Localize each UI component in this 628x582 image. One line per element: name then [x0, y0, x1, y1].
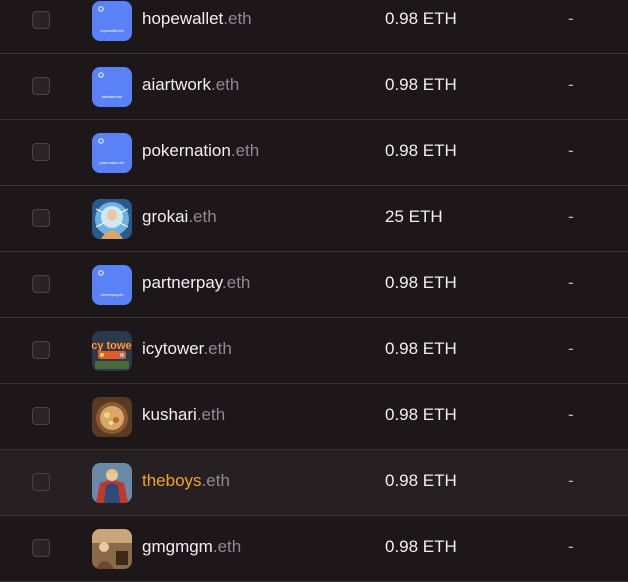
- domain-row-hovered[interactable]: theboys.eth 0.98 ETH -: [0, 450, 628, 516]
- domain-row[interactable]: icy tower icytower.eth 0.98 ETH -: [0, 318, 628, 384]
- domain-label: grokai: [142, 207, 189, 226]
- ens-default-avatar-icon: pokernation.eth: [92, 133, 132, 173]
- avatar-text: icy tower: [92, 340, 132, 352]
- domain-label: gmgmgm: [142, 537, 213, 556]
- domain-name[interactable]: grokai.eth: [142, 207, 217, 227]
- avatar-text: partnerpay.eth: [101, 293, 124, 297]
- domain-price: 0.98 ETH: [385, 141, 457, 160]
- domain-tld: .eth: [203, 339, 232, 358]
- row-checkbox[interactable]: [32, 77, 50, 95]
- row-checkbox[interactable]: [32, 539, 50, 557]
- domain-label: hopewallet: [142, 9, 224, 28]
- domain-extra: -: [568, 9, 574, 28]
- domain-tld: .eth: [196, 405, 226, 424]
- avatar-text: aiartwork.eth: [102, 95, 123, 99]
- domain-row[interactable]: pokernation.eth pokernation.eth 0.98 ETH…: [0, 120, 628, 186]
- gmgmgm-avatar-icon: [92, 529, 132, 569]
- row-checkbox[interactable]: [32, 143, 50, 161]
- domain-price: 0.98 ETH: [385, 537, 457, 556]
- row-checkbox[interactable]: [32, 11, 50, 29]
- avatar-text: pokernation.eth: [100, 161, 125, 165]
- domain-tld: .eth: [222, 273, 251, 292]
- domain-price: 0.98 ETH: [385, 273, 457, 292]
- domain-price: 25 ETH: [385, 207, 443, 226]
- grokai-avatar-icon: [92, 199, 132, 239]
- domain-label: aiartwork: [142, 75, 211, 94]
- domain-row[interactable]: kushari.eth 0.98 ETH -: [0, 384, 628, 450]
- domain-price: 0.98 ETH: [385, 75, 457, 94]
- domain-name[interactable]: pokernation.eth: [142, 141, 259, 161]
- icytower-avatar-icon: icy tower: [92, 331, 132, 371]
- row-checkbox[interactable]: [32, 407, 50, 425]
- ens-default-avatar-icon: aiartwork.eth: [92, 67, 132, 107]
- domain-extra: -: [568, 207, 574, 226]
- domain-extra: -: [568, 537, 574, 556]
- domain-row[interactable]: aiartwork.eth aiartwork.eth 0.98 ETH -: [0, 54, 628, 120]
- domain-name[interactable]: hopewallet.eth: [142, 9, 252, 29]
- domain-label: kushari: [142, 405, 197, 424]
- domain-tld: .eth: [210, 75, 240, 94]
- domain-tld: .eth: [212, 537, 242, 556]
- kushari-avatar-icon: [92, 397, 132, 437]
- domain-extra: -: [568, 339, 574, 358]
- domain-price: 0.98 ETH: [385, 9, 457, 28]
- domain-tld: .eth: [223, 9, 252, 28]
- domain-list: hopewallet.eth hopewallet.eth 0.98 ETH -…: [0, 0, 628, 582]
- domain-price: 0.98 ETH: [385, 405, 457, 424]
- domain-price: 0.98 ETH: [385, 471, 457, 490]
- row-checkbox[interactable]: [32, 341, 50, 359]
- domain-extra: -: [568, 75, 574, 94]
- domain-label: partnerpay: [142, 273, 223, 292]
- domain-label: icytower: [142, 339, 204, 358]
- domain-name[interactable]: icytower.eth: [142, 339, 232, 359]
- domain-label: theboys: [142, 471, 202, 490]
- domain-row[interactable]: hopewallet.eth hopewallet.eth 0.98 ETH -: [0, 0, 628, 54]
- domain-row[interactable]: partnerpay.eth partnerpay.eth 0.98 ETH -: [0, 252, 628, 318]
- domain-name[interactable]: gmgmgm.eth: [142, 537, 241, 557]
- avatar-text: hopewallet.eth: [100, 29, 123, 33]
- ens-default-avatar-icon: partnerpay.eth: [92, 265, 132, 305]
- domain-extra: -: [568, 405, 574, 424]
- domain-label: pokernation: [142, 141, 231, 160]
- domain-name[interactable]: kushari.eth: [142, 405, 225, 425]
- theboys-avatar-icon: [92, 463, 132, 503]
- domain-extra: -: [568, 141, 574, 160]
- row-checkbox[interactable]: [32, 209, 50, 227]
- domain-tld: .eth: [230, 141, 260, 160]
- domain-name[interactable]: theboys.eth: [142, 471, 230, 491]
- domain-row[interactable]: gmgmgm.eth 0.98 ETH -: [0, 516, 628, 582]
- domain-name[interactable]: partnerpay.eth: [142, 273, 250, 293]
- row-checkbox[interactable]: [32, 473, 50, 491]
- domain-price: 0.98 ETH: [385, 339, 457, 358]
- domain-tld: .eth: [188, 207, 217, 226]
- domain-extra: -: [568, 471, 574, 490]
- domain-name[interactable]: aiartwork.eth: [142, 75, 239, 95]
- ens-default-avatar-icon: hopewallet.eth: [92, 1, 132, 41]
- domain-extra: -: [568, 273, 574, 292]
- domain-tld: .eth: [201, 471, 230, 490]
- domain-row[interactable]: grokai.eth 25 ETH -: [0, 186, 628, 252]
- row-checkbox[interactable]: [32, 275, 50, 293]
